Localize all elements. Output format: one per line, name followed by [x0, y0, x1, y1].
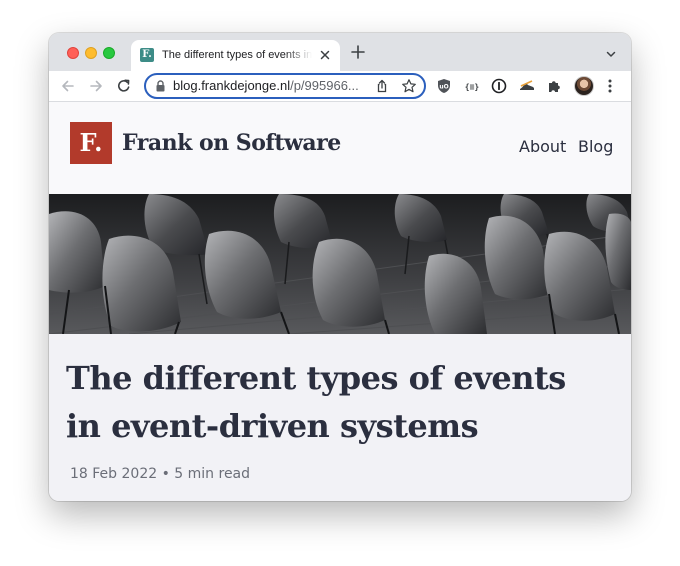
back-icon[interactable]: [60, 78, 76, 94]
forward-icon[interactable]: [88, 78, 104, 94]
star-icon[interactable]: [401, 78, 417, 94]
tab-active[interactable]: F. The different types of events in even…: [131, 40, 340, 71]
chairs-photo: [49, 194, 631, 334]
close-tab-icon[interactable]: [317, 47, 333, 63]
lock-icon[interactable]: [155, 80, 166, 92]
reload-icon[interactable]: [116, 78, 132, 94]
url-text[interactable]: blog.frankdejonge.nl/p/995966...: [173, 78, 365, 94]
browser-window: F. The different types of events in even…: [49, 33, 631, 501]
puzzle-extensions-icon[interactable]: [546, 77, 564, 95]
tab-strip: F. The different types of events in even…: [49, 33, 631, 71]
article-meta: 18 Feb 2022 • 5 min read: [70, 466, 251, 482]
site-logo[interactable]: F.: [70, 122, 112, 164]
new-tab-icon[interactable]: [351, 45, 365, 59]
address-bar[interactable]: blog.frankdejonge.nl/p/995966...: [144, 73, 426, 99]
site-title[interactable]: Frank on Software: [122, 129, 341, 157]
json-extension-icon[interactable]: {≡}: [463, 77, 481, 95]
minimize-window-button[interactable]: [85, 47, 97, 59]
tab-search-chevron-icon[interactable]: [605, 48, 617, 60]
svg-text:{≡}: {≡}: [465, 83, 480, 92]
browser-toolbar: blog.frankdejonge.nl/p/995966... uO {≡}: [49, 71, 631, 102]
svg-text:uO: uO: [439, 84, 448, 91]
hero-image: [49, 194, 631, 334]
article-title: The different types of events in event-d…: [66, 359, 566, 445]
site-header: F. Frank on Software About Blog: [49, 102, 631, 194]
zoom-window-button[interactable]: [103, 47, 115, 59]
favicon-icon: F.: [140, 48, 154, 62]
page-viewport: F. Frank on Software About Blog The diff…: [49, 102, 631, 501]
tab-title: The different types of events in event-d…: [162, 49, 312, 61]
shield-extension-icon[interactable]: uO: [435, 77, 453, 95]
close-window-button[interactable]: [67, 47, 79, 59]
nav-link-about[interactable]: About: [519, 137, 566, 157]
url-host: blog.frankdejonge.nl: [173, 78, 291, 93]
share-icon[interactable]: [374, 78, 390, 94]
shoe-extension-icon[interactable]: [518, 77, 536, 95]
more-menu-icon[interactable]: [607, 78, 613, 94]
password-extension-icon[interactable]: [490, 77, 508, 95]
url-path: /p/995966...: [290, 78, 359, 93]
nav-link-blog[interactable]: Blog: [578, 137, 613, 157]
profile-avatar[interactable]: [574, 76, 594, 96]
